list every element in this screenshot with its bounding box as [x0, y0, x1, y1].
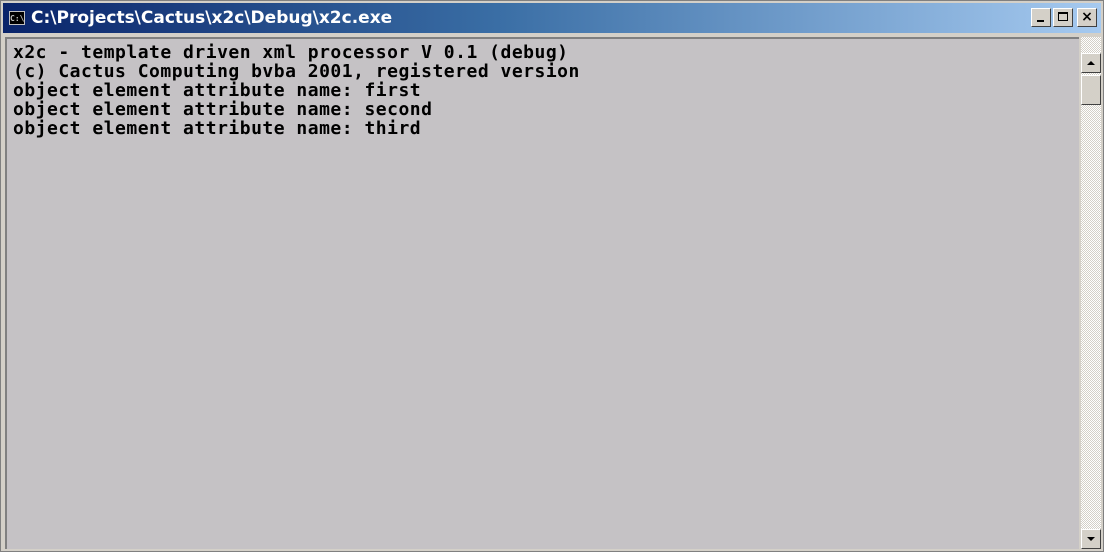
console-line: object element attribute name: third	[13, 118, 422, 139]
caption-buttons: ×	[1031, 8, 1097, 27]
minimize-button[interactable]	[1031, 8, 1051, 27]
window-title: C:\Projects\Cactus\x2c\Debug\x2c.exe	[31, 8, 393, 28]
maximize-icon	[1058, 12, 1068, 21]
console-line: (c) Cactus Computing bvba 2001, register…	[13, 61, 580, 82]
console-line: object element attribute name: second	[13, 99, 433, 120]
console-window: C:\ C:\Projects\Cactus\x2c\Debug\x2c.exe…	[0, 0, 1104, 552]
vertical-scrollbar[interactable]	[1081, 37, 1101, 549]
close-icon: ×	[1081, 9, 1093, 25]
maximize-button[interactable]	[1053, 8, 1073, 27]
arrow-down-icon	[1087, 537, 1095, 541]
console-app-icon[interactable]: C:\	[9, 11, 25, 25]
arrow-up-icon	[1087, 61, 1095, 65]
close-button[interactable]: ×	[1077, 8, 1097, 27]
console-lines: x2c - template driven xml processor V 0.…	[7, 39, 1079, 138]
title-bar[interactable]: C:\ C:\Projects\Cactus\x2c\Debug\x2c.exe…	[3, 3, 1101, 33]
console-line: x2c - template driven xml processor V 0.…	[13, 42, 569, 63]
console-line: object element attribute name: first	[13, 80, 422, 101]
scroll-up-button[interactable]	[1081, 53, 1101, 73]
minimize-icon	[1037, 20, 1044, 22]
console-output[interactable]: x2c - template driven xml processor V 0.…	[5, 37, 1079, 549]
scroll-down-button[interactable]	[1081, 529, 1101, 549]
scroll-thumb[interactable]	[1081, 75, 1101, 105]
